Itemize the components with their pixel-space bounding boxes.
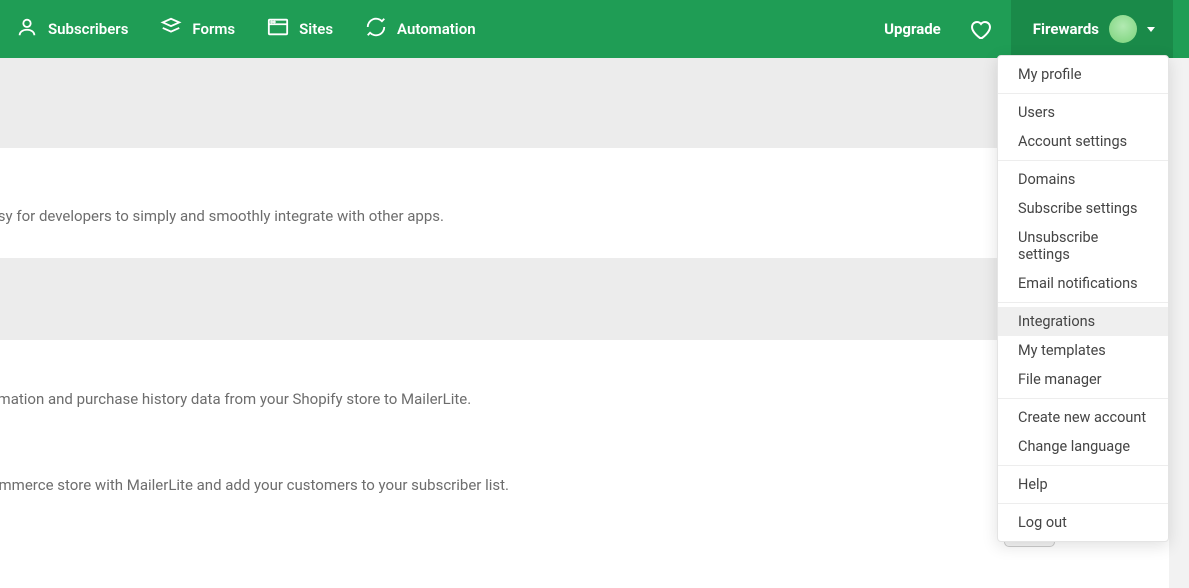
integrations-heading: ions — [0, 276, 1015, 322]
api-description: es it easy for developers to simply and … — [0, 205, 1065, 228]
account-dropdown: My profile Users Account settings Domain… — [997, 55, 1169, 542]
woocommerce-heading: erce — [0, 450, 1065, 470]
integration-woocommerce: erce WooCommerce store with MailerLite a… — [0, 450, 1065, 507]
menu-create-new-account[interactable]: Create new account — [998, 403, 1168, 432]
menu-file-manager[interactable]: File manager — [998, 365, 1168, 394]
subscribers-icon — [16, 16, 38, 42]
woocommerce-description: WooCommerce store with MailerLite and ad… — [0, 474, 1065, 497]
menu-unsubscribe-settings[interactable]: Unsubscribe settings — [998, 223, 1168, 269]
upgrade-link[interactable]: Upgrade — [884, 20, 941, 38]
dropdown-group-5: Create new account Change language — [998, 399, 1168, 466]
dropdown-group-7: Log out — [998, 504, 1168, 541]
menu-subscribe-settings[interactable]: Subscribe settings — [998, 194, 1168, 223]
nav-sites[interactable]: Sites — [267, 17, 333, 41]
menu-account-settings[interactable]: Account settings — [998, 127, 1168, 156]
nav-label: Sites — [299, 20, 333, 38]
api-heading: API — [0, 170, 1065, 195]
dropdown-group-4: Integrations My templates File manager — [998, 303, 1168, 399]
dropdown-group-2: Users Account settings — [998, 94, 1168, 161]
menu-domains[interactable]: Domains — [998, 165, 1168, 194]
menu-integrations[interactable]: Integrations — [998, 307, 1168, 336]
dropdown-group-6: Help — [998, 466, 1168, 504]
scrollbar[interactable] — [1169, 58, 1189, 588]
menu-change-language[interactable]: Change language — [998, 432, 1168, 461]
account-name: Firewards — [1033, 20, 1099, 38]
menu-my-profile[interactable]: My profile — [998, 60, 1168, 89]
shopify-description: er information and purchase history data… — [0, 388, 1065, 411]
menu-log-out[interactable]: Log out — [998, 508, 1168, 537]
gray-band-2b — [0, 322, 1065, 340]
nav-automation[interactable]: Automation — [365, 16, 476, 42]
gray-band-1 — [0, 58, 1065, 148]
nav-left: Subscribers Forms Sites — [16, 16, 476, 42]
menu-users[interactable]: Users — [998, 98, 1168, 127]
menu-my-templates[interactable]: My templates — [998, 336, 1168, 365]
topbar: Subscribers Forms Sites — [0, 0, 1189, 58]
dropdown-group-1: My profile — [998, 56, 1168, 94]
dropdown-group-3: Domains Subscribe settings Unsubscribe s… — [998, 161, 1168, 303]
avatar — [1109, 15, 1137, 43]
heart-icon[interactable] — [969, 17, 993, 41]
chevron-down-icon — [1147, 27, 1155, 32]
gray-band-2: ions — [0, 258, 1015, 322]
sites-icon — [267, 17, 289, 41]
integration-shopify: er information and purchase history data… — [0, 388, 1065, 421]
nav-subscribers[interactable]: Subscribers — [16, 16, 128, 42]
nav-right: Upgrade Firewards — [884, 0, 1173, 58]
section-api: API — [0, 148, 1065, 205]
account-menu-trigger[interactable]: Firewards — [1011, 0, 1173, 58]
page-content: API es it easy for developers to simply … — [0, 58, 1065, 588]
nav-label: Automation — [397, 20, 476, 38]
forms-icon — [160, 16, 182, 42]
menu-email-notifications[interactable]: Email notifications — [998, 269, 1168, 298]
menu-help[interactable]: Help — [998, 470, 1168, 499]
nav-label: Forms — [192, 20, 235, 38]
nav-label: Subscribers — [48, 20, 128, 38]
automation-icon — [365, 16, 387, 42]
nav-forms[interactable]: Forms — [160, 16, 235, 42]
